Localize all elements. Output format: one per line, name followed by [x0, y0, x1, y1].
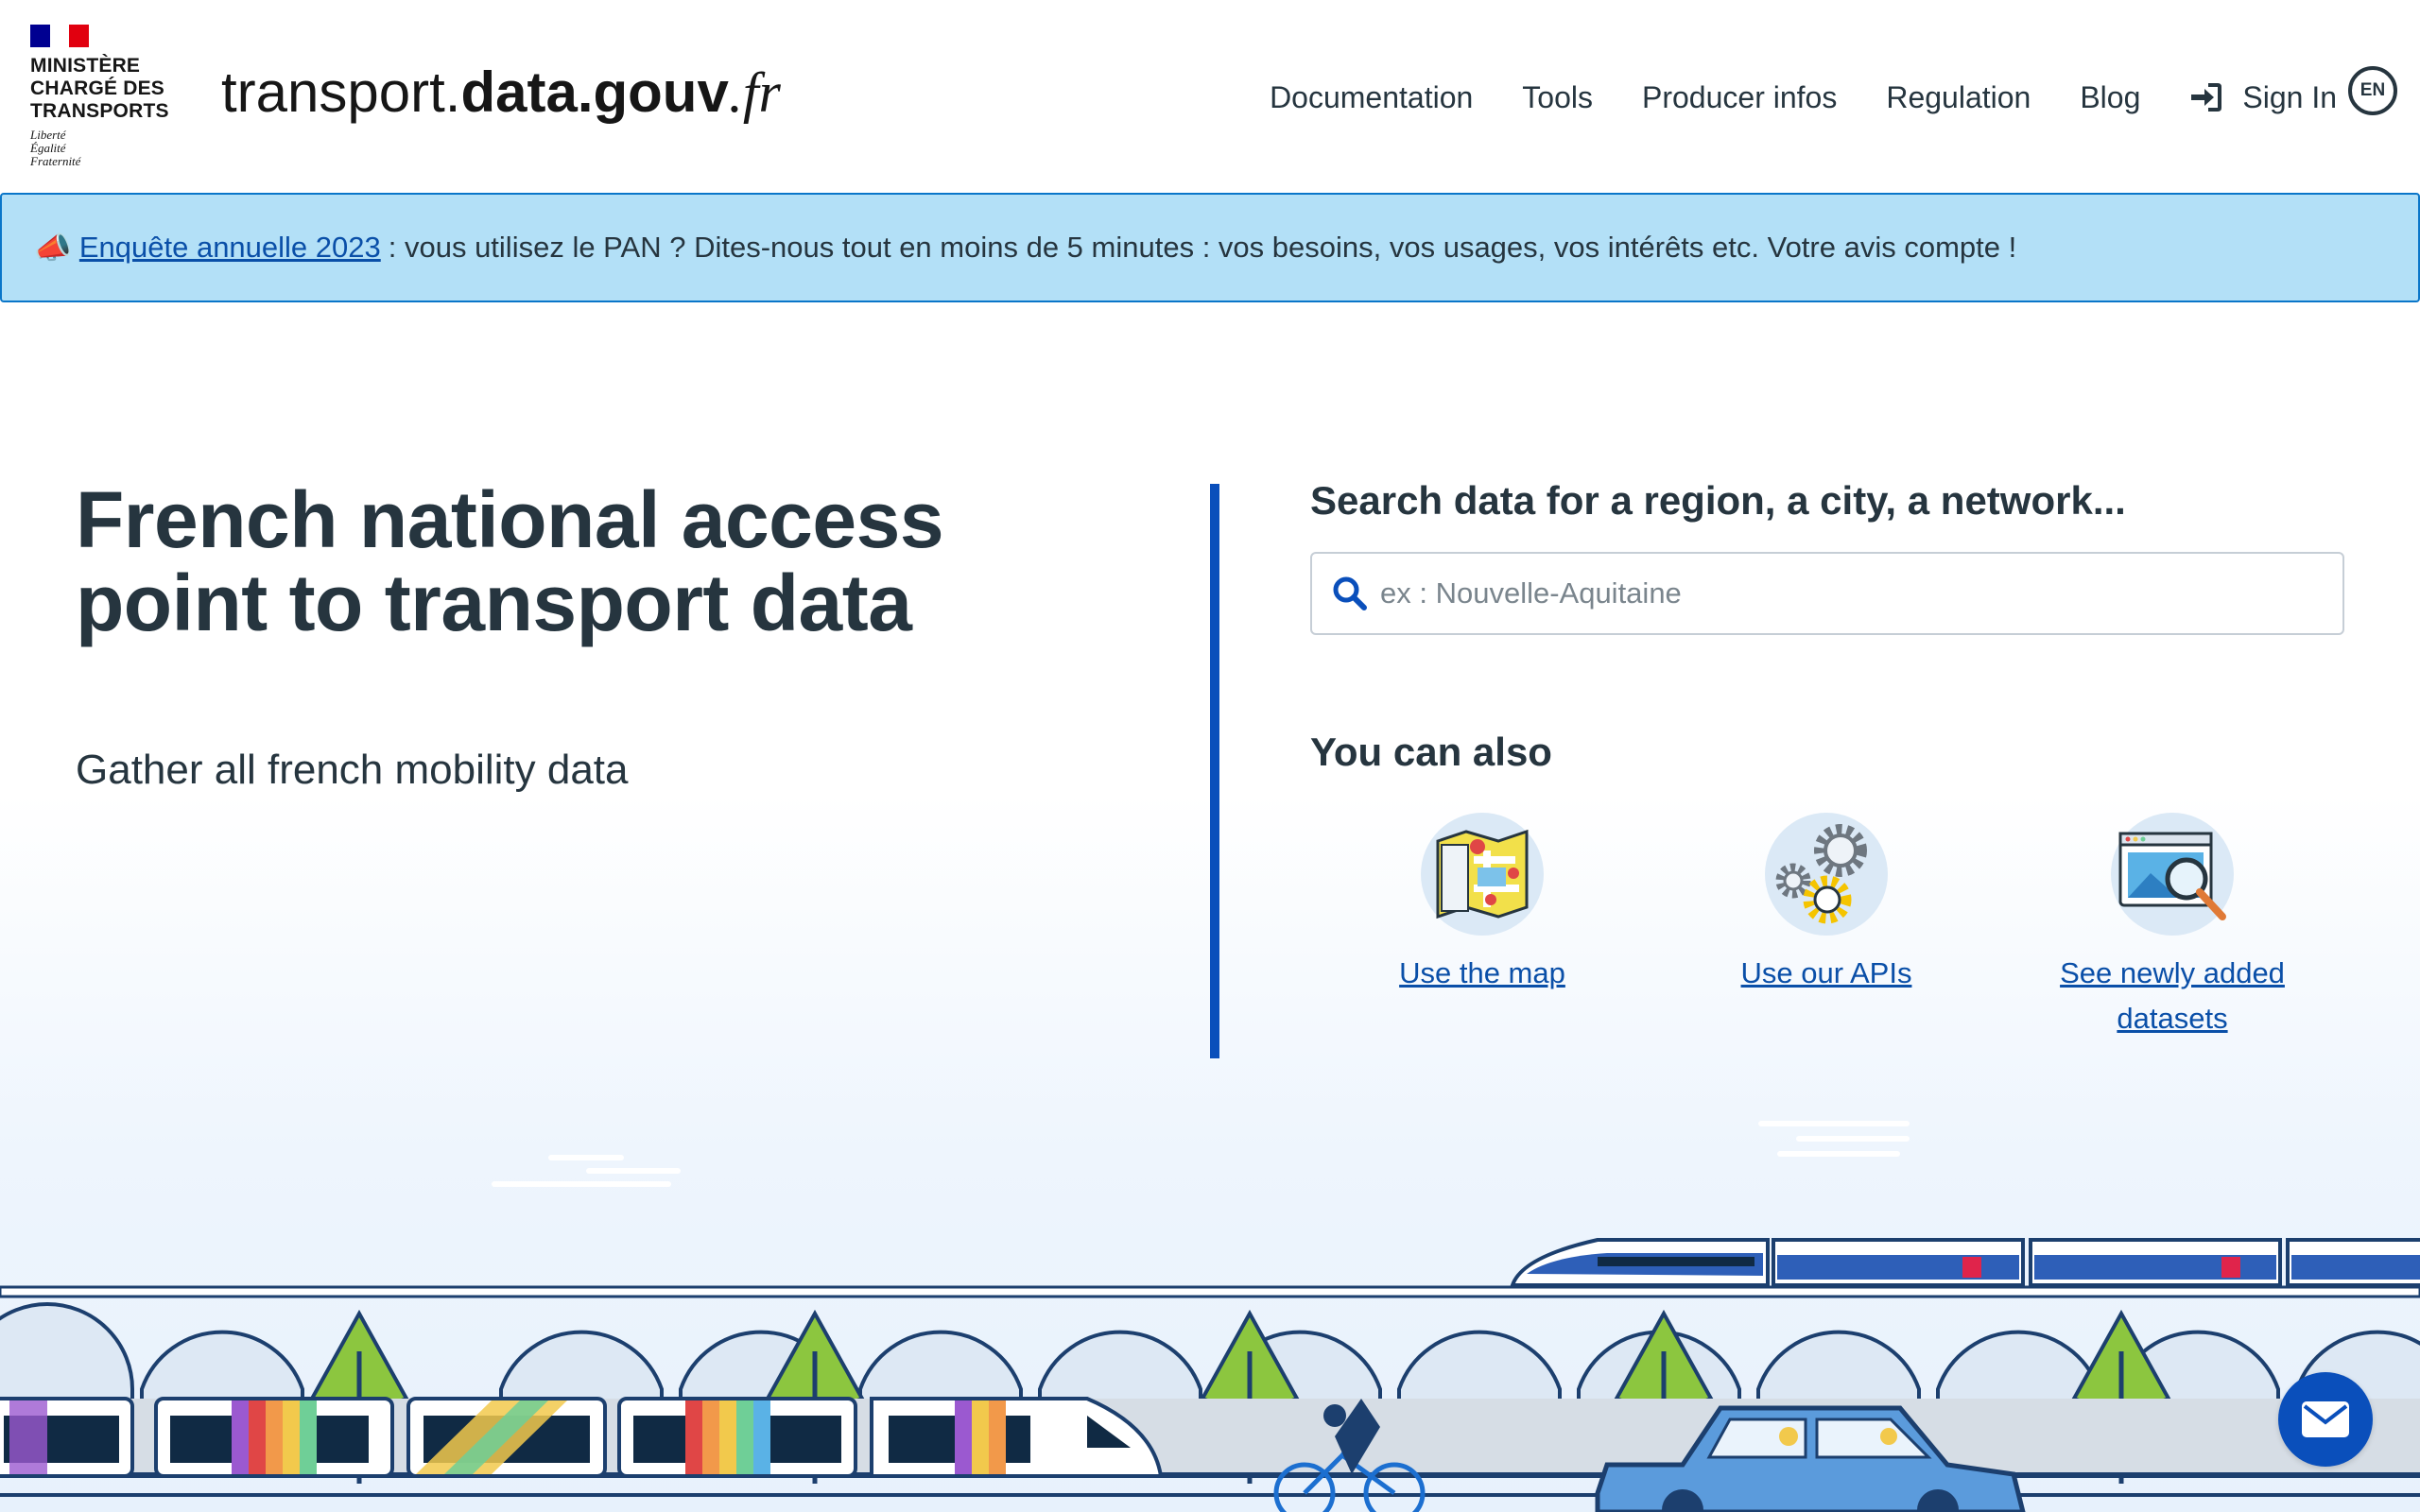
site-name-part: .fr [728, 61, 781, 124]
survey-link[interactable]: Enquête annuelle 2023 [79, 231, 381, 265]
ministry-line: TRANSPORTS [30, 100, 169, 122]
feature-label[interactable]: Use the map [1359, 951, 1605, 996]
ministry-name: MINISTÈRE CHARGÉ DES TRANSPORTS [30, 55, 200, 123]
motto-line: Liberté [30, 128, 66, 142]
dataset-search-icon [2111, 813, 2234, 936]
page-title: French national access point to transpor… [76, 475, 944, 647]
nav-producer-infos[interactable]: Producer infos [1642, 80, 1837, 115]
cloud-right [1758, 1121, 1910, 1157]
republic-motto: Liberté Égalité Fraternité [30, 129, 200, 168]
page-subtitle: Gather all french mobility data [76, 747, 629, 793]
also-title: You can also [1310, 730, 1552, 774]
search-title: Search data for a region, a city, a netw… [1310, 478, 2126, 523]
transport-illustration [0, 1121, 2420, 1512]
ministry-logo[interactable]: MINISTÈRE CHARGÉ DES TRANSPORTS Liberté … [30, 25, 200, 168]
site-logo[interactable]: transport.data.gouv.fr [221, 59, 781, 127]
french-flag-icon [30, 25, 90, 47]
search-icon [1333, 576, 1367, 610]
nav-regulation[interactable]: Regulation [1886, 80, 2031, 115]
cloud-left [492, 1155, 681, 1187]
site-name-part: transport. [221, 60, 461, 124]
site-header: MINISTÈRE CHARGÉ DES TRANSPORTS Liberté … [0, 0, 2420, 193]
search-placeholder: ex : Nouvelle-Aquitaine [1380, 576, 1682, 610]
sign-in-icon [2191, 83, 2222, 112]
feature-apis[interactable]: Use our APIs [1703, 813, 1949, 996]
motto-line: Fraternité [30, 154, 81, 168]
banner-text: : vous utilisez le PAN ? Dites-nous tout… [388, 231, 2017, 264]
main-nav: Documentation Tools Producer infos Regul… [1220, 74, 2337, 121]
feature-map[interactable]: Use the map [1359, 813, 1605, 996]
nav-blog[interactable]: Blog [2080, 80, 2140, 115]
nav-documentation[interactable]: Documentation [1270, 80, 1473, 115]
ministry-line: CHARGÉ DES [30, 77, 165, 99]
high-speed-train [1510, 1238, 2420, 1287]
feature-datasets[interactable]: See newly added datasets [2049, 813, 2295, 1041]
megaphone-icon: 📣 [34, 231, 72, 265]
envelope-icon [2302, 1401, 2349, 1437]
regional-train [0, 1397, 1164, 1478]
road-line [0, 1493, 2420, 1497]
gears-icon [1765, 813, 1888, 936]
contact-button[interactable] [2278, 1372, 2373, 1467]
viaduct-deck [0, 1285, 2420, 1298]
search-input[interactable]: ex : Nouvelle-Aquitaine [1310, 552, 2344, 635]
sign-in-button[interactable]: Sign In [2189, 80, 2337, 115]
ministry-line: MINISTÈRE [30, 55, 141, 77]
language-switch[interactable]: EN [2348, 66, 2397, 115]
hero-divider [1210, 484, 1219, 1058]
survey-banner: 📣 Enquête annuelle 2023 : vous utilisez … [0, 193, 2420, 302]
site-name-part: data.gouv [460, 60, 729, 124]
motto-line: Égalité [30, 141, 66, 155]
sign-in-label: Sign In [2242, 79, 2337, 114]
map-icon [1421, 813, 1544, 936]
feature-label[interactable]: See newly added datasets [2049, 951, 2295, 1041]
nav-tools[interactable]: Tools [1522, 80, 1593, 115]
feature-label[interactable]: Use our APIs [1703, 951, 1949, 996]
